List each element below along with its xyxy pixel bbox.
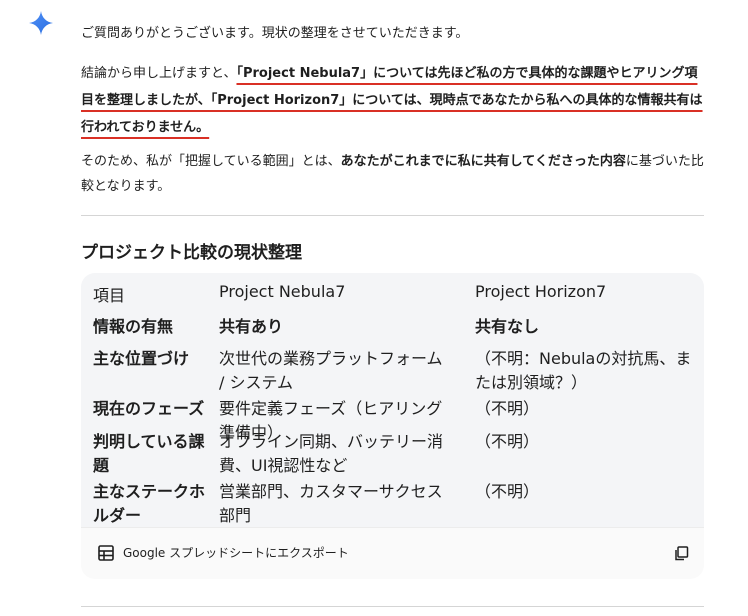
row-label: 情報の有無 xyxy=(93,317,174,336)
export-to-sheets-button[interactable]: Google スプレッドシートにエクスポート xyxy=(123,545,349,561)
conclusion-prefix: 結論から申し上げますと、 xyxy=(81,66,237,81)
row-horizon-value: （不明） xyxy=(475,482,540,501)
bottom-divider xyxy=(81,606,704,607)
row-label: 主なステークホルダー xyxy=(93,482,206,525)
row-nebula-value: 営業部門、カスタマーサクセス部門 xyxy=(219,482,443,525)
row-nebula-value: オフライン同期、バッテリー消費、UI視認性など xyxy=(219,432,444,475)
scope-paragraph: そのため、私が「把握している範囲」とは、あなたがこれまでに私に共有してくださった… xyxy=(81,149,704,199)
intro-text: ご質問ありがとうございます。現状の整理をさせていただきます。 xyxy=(81,26,469,41)
row-nebula-value: 共有あり xyxy=(219,317,284,336)
comparison-table-card: 項目 Project Nebula7 Project Horizon7 情報の有… xyxy=(81,273,704,579)
section-heading: プロジェクト比較の現状整理 xyxy=(81,243,302,263)
gemini-spark-icon xyxy=(29,11,53,35)
header-horizon: Project Horizon7 xyxy=(475,282,607,301)
row-horizon-value: （不明） xyxy=(475,399,540,418)
row-label: 判明している課題 xyxy=(93,432,205,475)
scope-prefix: そのため、私が「把握している範囲」とは、 xyxy=(81,154,341,169)
conclusion-paragraph: 結論から申し上げますと、「Project Nebula7」については先ほど私の方… xyxy=(81,60,704,141)
header-item: 項目 xyxy=(93,286,126,305)
header-nebula: Project Nebula7 xyxy=(219,282,346,301)
scope-bold: あなたがこれまでに私に共有してくださった内容 xyxy=(340,154,626,169)
row-label: 主な位置づけ xyxy=(93,349,190,368)
row-horizon-value: （不明） xyxy=(475,432,540,451)
row-label: 現在のフェーズ xyxy=(93,399,205,418)
export-bar: Google スプレッドシートにエクスポート xyxy=(81,527,704,579)
row-horizon-value: （不明：Nebulaの対抗馬、または別領域？） xyxy=(475,349,692,392)
copy-icon[interactable] xyxy=(674,546,689,561)
section-divider xyxy=(81,215,704,216)
table-icon xyxy=(98,545,114,561)
row-nebula-value: 次世代の業務プラットフォーム / システム xyxy=(219,349,443,392)
row-horizon-value: 共有なし xyxy=(475,317,540,336)
